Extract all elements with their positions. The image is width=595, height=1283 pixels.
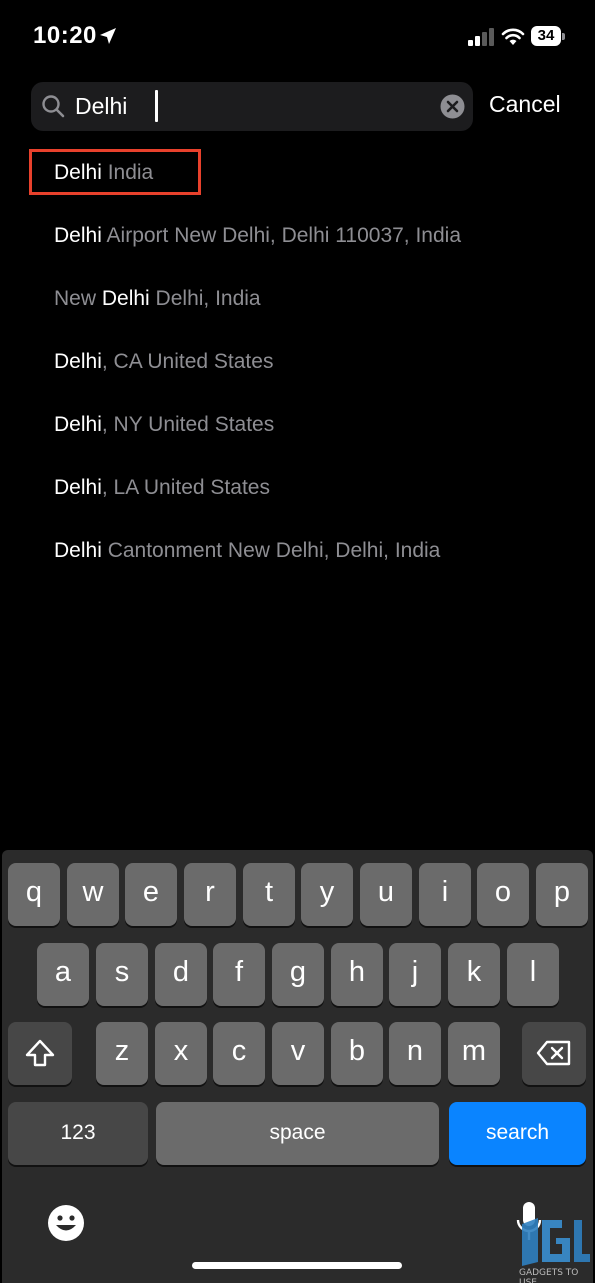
key-u[interactable]: u [360,863,412,926]
result-item[interactable]: Delhi, CA United States [54,350,273,374]
home-indicator [192,1262,402,1269]
result-item[interactable]: Delhi, LA United States [54,476,270,500]
delete-key[interactable] [522,1022,586,1085]
location-arrow-icon [100,28,116,44]
result-detail: Cantonment New Delhi, Delhi, India [101,539,441,562]
clear-icon[interactable] [440,94,465,119]
key-y[interactable]: y [301,863,353,926]
result-match: Delhi [101,287,150,310]
result-detail: , LA United States [101,476,270,499]
result-match: Delhi [54,539,102,562]
key-j[interactable]: j [389,943,441,1006]
result-detail: , NY United States [101,413,275,436]
key-g[interactable]: g [272,943,324,1006]
result-match: Delhi [54,161,102,184]
key-z[interactable]: z [96,1022,148,1085]
search-key[interactable]: search [449,1102,586,1165]
emoji-icon[interactable] [46,1203,86,1243]
key-q[interactable]: q [8,863,60,926]
key-x[interactable]: x [155,1022,207,1085]
key-o[interactable]: o [477,863,529,926]
search-input[interactable]: Delhi [31,82,473,131]
space-key[interactable]: space [156,1102,439,1165]
result-detail: Delhi, India [149,287,261,310]
key-v[interactable]: v [272,1022,324,1085]
battery-cap [562,33,565,40]
key-n[interactable]: n [389,1022,441,1085]
result-item[interactable]: Delhi India [54,161,153,185]
battery-indicator: 34 [531,26,565,48]
key-c[interactable]: c [213,1022,265,1085]
key-a[interactable]: a [37,943,89,1006]
result-match: Delhi [54,350,102,373]
search-icon [42,95,65,118]
backspace-icon [536,1040,571,1066]
result-match: Delhi [54,224,102,247]
result-detail: , CA United States [101,350,274,373]
shift-icon [25,1039,55,1067]
screen: 10:20 34 Delhi Cancel Delhi India Delhi … [0,0,595,1283]
result-item[interactable]: Delhi Cantonment New Delhi, Delhi, India [54,539,440,563]
key-r[interactable]: r [184,863,236,926]
status-time: 10:20 [33,22,97,49]
result-detail: Airport New Delhi, Delhi 110037, India [101,224,462,247]
key-b[interactable]: b [331,1022,383,1085]
key-s[interactable]: s [96,943,148,1006]
key-i[interactable]: i [419,863,471,926]
key-f[interactable]: f [213,943,265,1006]
result-item[interactable]: Delhi, NY United States [54,413,274,437]
result-prefix: New [54,287,102,310]
watermark-logo [522,1218,590,1266]
key-d[interactable]: d [155,943,207,1006]
search-query: Delhi [75,93,128,119]
key-l[interactable]: l [507,943,559,1006]
cellular-signal-icon [468,28,494,46]
key-k[interactable]: k [448,943,500,1006]
battery-level: 34 [531,26,561,46]
key-e[interactable]: e [125,863,177,926]
result-item[interactable]: New Delhi Delhi, India [54,287,261,311]
key-w[interactable]: w [67,863,119,926]
text-cursor [155,90,158,122]
wifi-icon [501,28,525,45]
watermark-text: GADGETS TO USE [519,1268,579,1283]
key-h[interactable]: h [331,943,383,1006]
result-detail: India [101,161,154,184]
shift-key[interactable] [8,1022,72,1085]
result-match: Delhi [54,476,102,499]
result-match: Delhi [54,413,102,436]
key-t[interactable]: t [243,863,295,926]
cancel-button[interactable]: Cancel [489,91,561,118]
numbers-key[interactable]: 123 [8,1102,148,1165]
result-item[interactable]: Delhi Airport New Delhi, Delhi 110037, I… [54,224,461,248]
key-m[interactable]: m [448,1022,500,1085]
key-p[interactable]: p [536,863,588,926]
